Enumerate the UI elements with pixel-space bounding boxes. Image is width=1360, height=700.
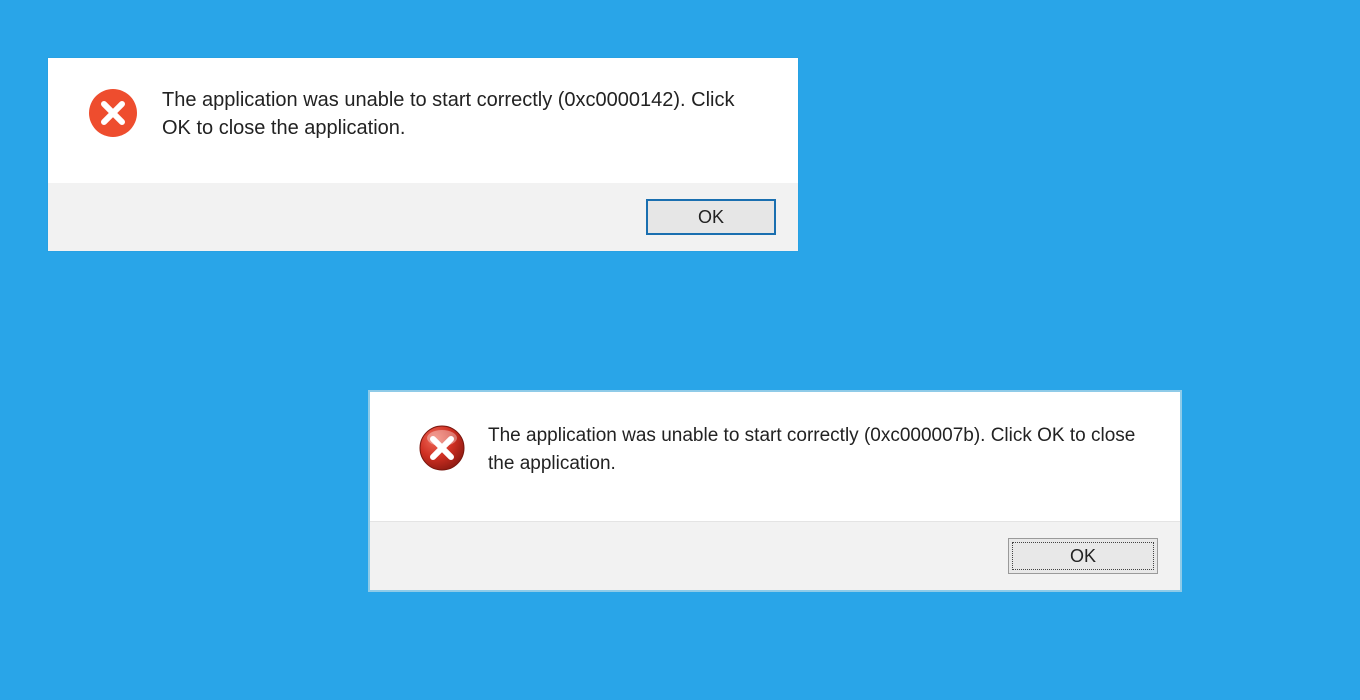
dialog-body: The application was unable to start corr…: [370, 392, 1180, 521]
ok-button[interactable]: OK: [646, 199, 776, 235]
dialog-footer: OK: [370, 521, 1180, 590]
error-message: The application was unable to start corr…: [488, 422, 1146, 477]
error-icon: [88, 88, 138, 143]
dialog-footer: OK: [48, 183, 798, 251]
ok-button[interactable]: OK: [1008, 538, 1158, 574]
error-dialog-1: The application was unable to start corr…: [48, 58, 798, 251]
dialog-body: The application was unable to start corr…: [48, 58, 798, 183]
error-message: The application was unable to start corr…: [162, 86, 766, 142]
error-icon: [418, 424, 466, 477]
error-dialog-2: The application was unable to start corr…: [368, 390, 1182, 592]
